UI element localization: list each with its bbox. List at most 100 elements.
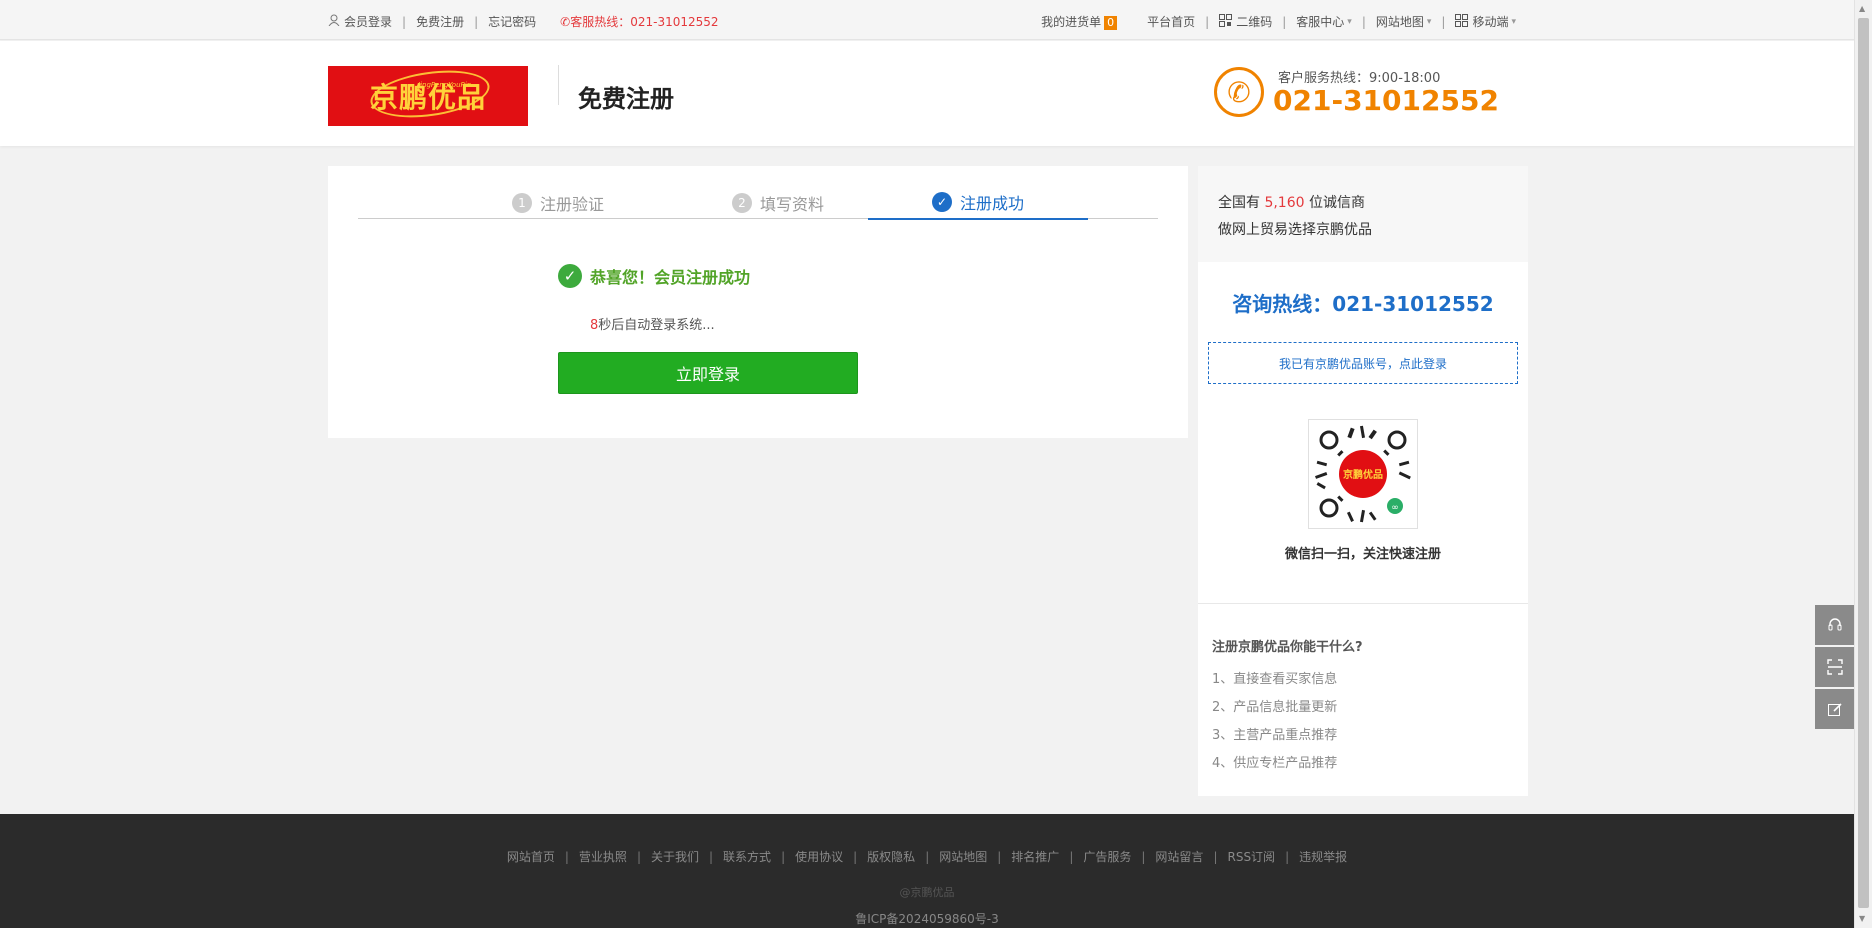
cart-label: 我的进货单: [1041, 15, 1102, 29]
footer-link[interactable]: 版权隐私: [867, 850, 915, 864]
header-divider: [558, 65, 559, 105]
mobile-link[interactable]: 移动端: [1472, 13, 1508, 30]
svg-text:∞: ∞: [1391, 503, 1399, 513]
separator: |: [636, 850, 641, 864]
member-count: 5,160: [1264, 195, 1305, 211]
list-item: 4、供应专栏产品推荐: [1212, 756, 1338, 771]
consult-hotline: 咨询热线：021-31012552: [1232, 292, 1494, 316]
separator: |: [564, 850, 569, 864]
slogan: 做网上贸易选择京鹏优品: [1218, 222, 1372, 238]
top-bar: 会员登录 | 免费注册 | 忘记密码 ✆客服热线：021-31012552 我的…: [0, 0, 1854, 40]
hotline-text: 客服热线：021-31012552: [570, 15, 719, 29]
phone-icon: ✆: [1214, 67, 1264, 117]
sidebar-stats: 全国有 5,160 位诚信商 做网上贸易选择京鹏优品: [1198, 166, 1528, 262]
sidebar: 全国有 5,160 位诚信商 做网上贸易选择京鹏优品 咨询热线：021-3101…: [1198, 166, 1528, 796]
footer-links: 网站首页 | 营业执照 | 关于我们 | 联系方式 | 使用协议 | 版权隐私 | 网站地图 | 排名推广 |…: [0, 848, 1854, 865]
step-label: 填写资料: [759, 194, 824, 214]
logo-text: 京鹏优品: [369, 81, 486, 114]
grid-icon: [1455, 13, 1469, 30]
separator: |: [402, 14, 407, 29]
list-item: 1、直接查看买家信息: [1212, 672, 1338, 687]
member-count-line: 全国有 5,160 位诚信商: [1218, 192, 1365, 212]
phone-number: 021-31012552: [1273, 84, 1499, 117]
registration-panel: 1 注册验证 2 填写资料 ✓ 注册成功 ✓ 恭喜您！会员注册成功 8秒后自动登…: [328, 166, 1188, 438]
member-count-prefix: 全国有: [1218, 195, 1260, 211]
divider: [1198, 603, 1528, 604]
separator: |: [997, 850, 1002, 864]
scrollbar[interactable]: ▲ ▼: [1854, 0, 1872, 928]
separator: |: [1213, 850, 1218, 864]
benefits-list: 1、直接查看买家信息 2、产品信息批量更新 3、主营产品重点推荐 4、供应专栏产…: [1212, 668, 1337, 780]
step-indicator: 1 注册验证 2 填写资料 ✓ 注册成功: [358, 186, 1158, 220]
separator: |: [1282, 14, 1287, 29]
step-number: 2: [731, 192, 752, 213]
footer-link[interactable]: 关于我们: [651, 850, 699, 864]
list-item: 2、产品信息批量更新: [1212, 700, 1338, 715]
countdown: 8秒后自动登录系统...: [590, 314, 715, 333]
register-link[interactable]: 免费注册: [416, 13, 464, 30]
scroll-down-icon[interactable]: ▼: [1859, 914, 1865, 923]
icp-number[interactable]: 鲁ICP备2024059860号-3: [0, 910, 1854, 927]
qrcode-link[interactable]: 二维码: [1236, 13, 1272, 30]
hotline: ✆客服热线：021-31012552: [560, 13, 718, 30]
headset-icon[interactable]: [1815, 605, 1855, 645]
footer-link[interactable]: 联系方式: [723, 850, 771, 864]
cart-link[interactable]: 我的进货单 0: [1041, 13, 1118, 30]
scrollbar-thumb[interactable]: [1858, 18, 1869, 908]
top-bar-left: 会员登录 | 免费注册 | 忘记密码 ✆客服热线：021-31012552: [328, 13, 719, 30]
check-icon: ✓: [931, 192, 952, 212]
login-now-button[interactable]: 立即登录: [558, 352, 858, 394]
footer-link[interactable]: 营业执照: [579, 850, 627, 864]
separator: |: [1069, 850, 1074, 864]
qr-caption: 微信扫一扫，关注快速注册: [1284, 547, 1441, 562]
footer: 网站首页 | 营业执照 | 关于我们 | 联系方式 | 使用协议 | 版权隐私 | 网站地图 | 排名推广 |…: [0, 814, 1854, 928]
footer-link[interactable]: 使用协议: [795, 850, 843, 864]
chevron-down-icon: ▾: [1347, 16, 1352, 27]
edit-icon[interactable]: [1815, 689, 1855, 729]
check-circle-icon: ✓: [558, 264, 582, 288]
scroll-up-icon[interactable]: ▲: [1859, 4, 1865, 13]
existing-account-login-link[interactable]: 我已有京鹏优品账号，点此登录: [1208, 342, 1518, 384]
footer-link[interactable]: 违规举报: [1299, 850, 1347, 864]
chevron-down-icon: ▾: [1426, 16, 1432, 27]
chevron-down-icon: ▾: [1511, 16, 1516, 27]
forgot-password-link[interactable]: 忘记密码: [488, 13, 536, 30]
separator: |: [1361, 14, 1366, 29]
step-success: ✓ 注册成功: [868, 186, 1088, 220]
user-icon: [328, 14, 340, 29]
svg-text:京鹏优品: 京鹏优品: [1343, 468, 1383, 481]
footer-link[interactable]: 网站地图: [939, 850, 987, 864]
member-count-suffix: 位诚信商: [1309, 195, 1365, 211]
service-center-link[interactable]: 客服中心: [1296, 13, 1344, 30]
benefits-title: 注册京鹏优品你能干什么?: [1212, 640, 1363, 655]
separator: |: [925, 850, 930, 864]
home-link[interactable]: 平台首页: [1147, 13, 1195, 30]
step-verify: 1 注册验证: [458, 186, 658, 219]
logo[interactable]: JingPengYouPin 京鹏优品: [328, 63, 528, 126]
separator: |: [1141, 850, 1146, 864]
footer-link[interactable]: RSS订阅: [1227, 850, 1275, 864]
separator: |: [1205, 14, 1210, 29]
sitemap-link[interactable]: 网站地图: [1376, 13, 1424, 30]
phone-icon: ✆: [560, 15, 571, 29]
footer-link[interactable]: 网站首页: [507, 850, 555, 864]
separator: |: [709, 850, 714, 864]
page-title: 免费注册: [578, 85, 674, 113]
step-number: 1: [511, 192, 532, 213]
login-link[interactable]: 会员登录: [344, 13, 392, 30]
separator: |: [474, 14, 479, 29]
separator: |: [853, 850, 858, 864]
footer-link[interactable]: 排名推广: [1011, 850, 1059, 864]
step-label: 注册验证: [539, 194, 604, 214]
separator: |: [1285, 850, 1290, 864]
scan-icon[interactable]: [1815, 647, 1855, 687]
countdown-text: 秒后自动登录系统...: [598, 318, 715, 333]
separator: |: [781, 850, 786, 864]
list-item: 3、主营产品重点推荐: [1212, 728, 1338, 743]
header: JingPengYouPin 京鹏优品 免费注册 ✆ 客户服务热线：9:00-1…: [0, 41, 1854, 146]
cart-count-badge: 0: [1104, 16, 1118, 30]
success-message: ✓ 恭喜您！会员注册成功: [558, 264, 750, 288]
qrcode-icon: [1219, 13, 1233, 30]
footer-link[interactable]: 广告服务: [1083, 850, 1131, 864]
footer-link[interactable]: 网站留言: [1155, 850, 1203, 864]
